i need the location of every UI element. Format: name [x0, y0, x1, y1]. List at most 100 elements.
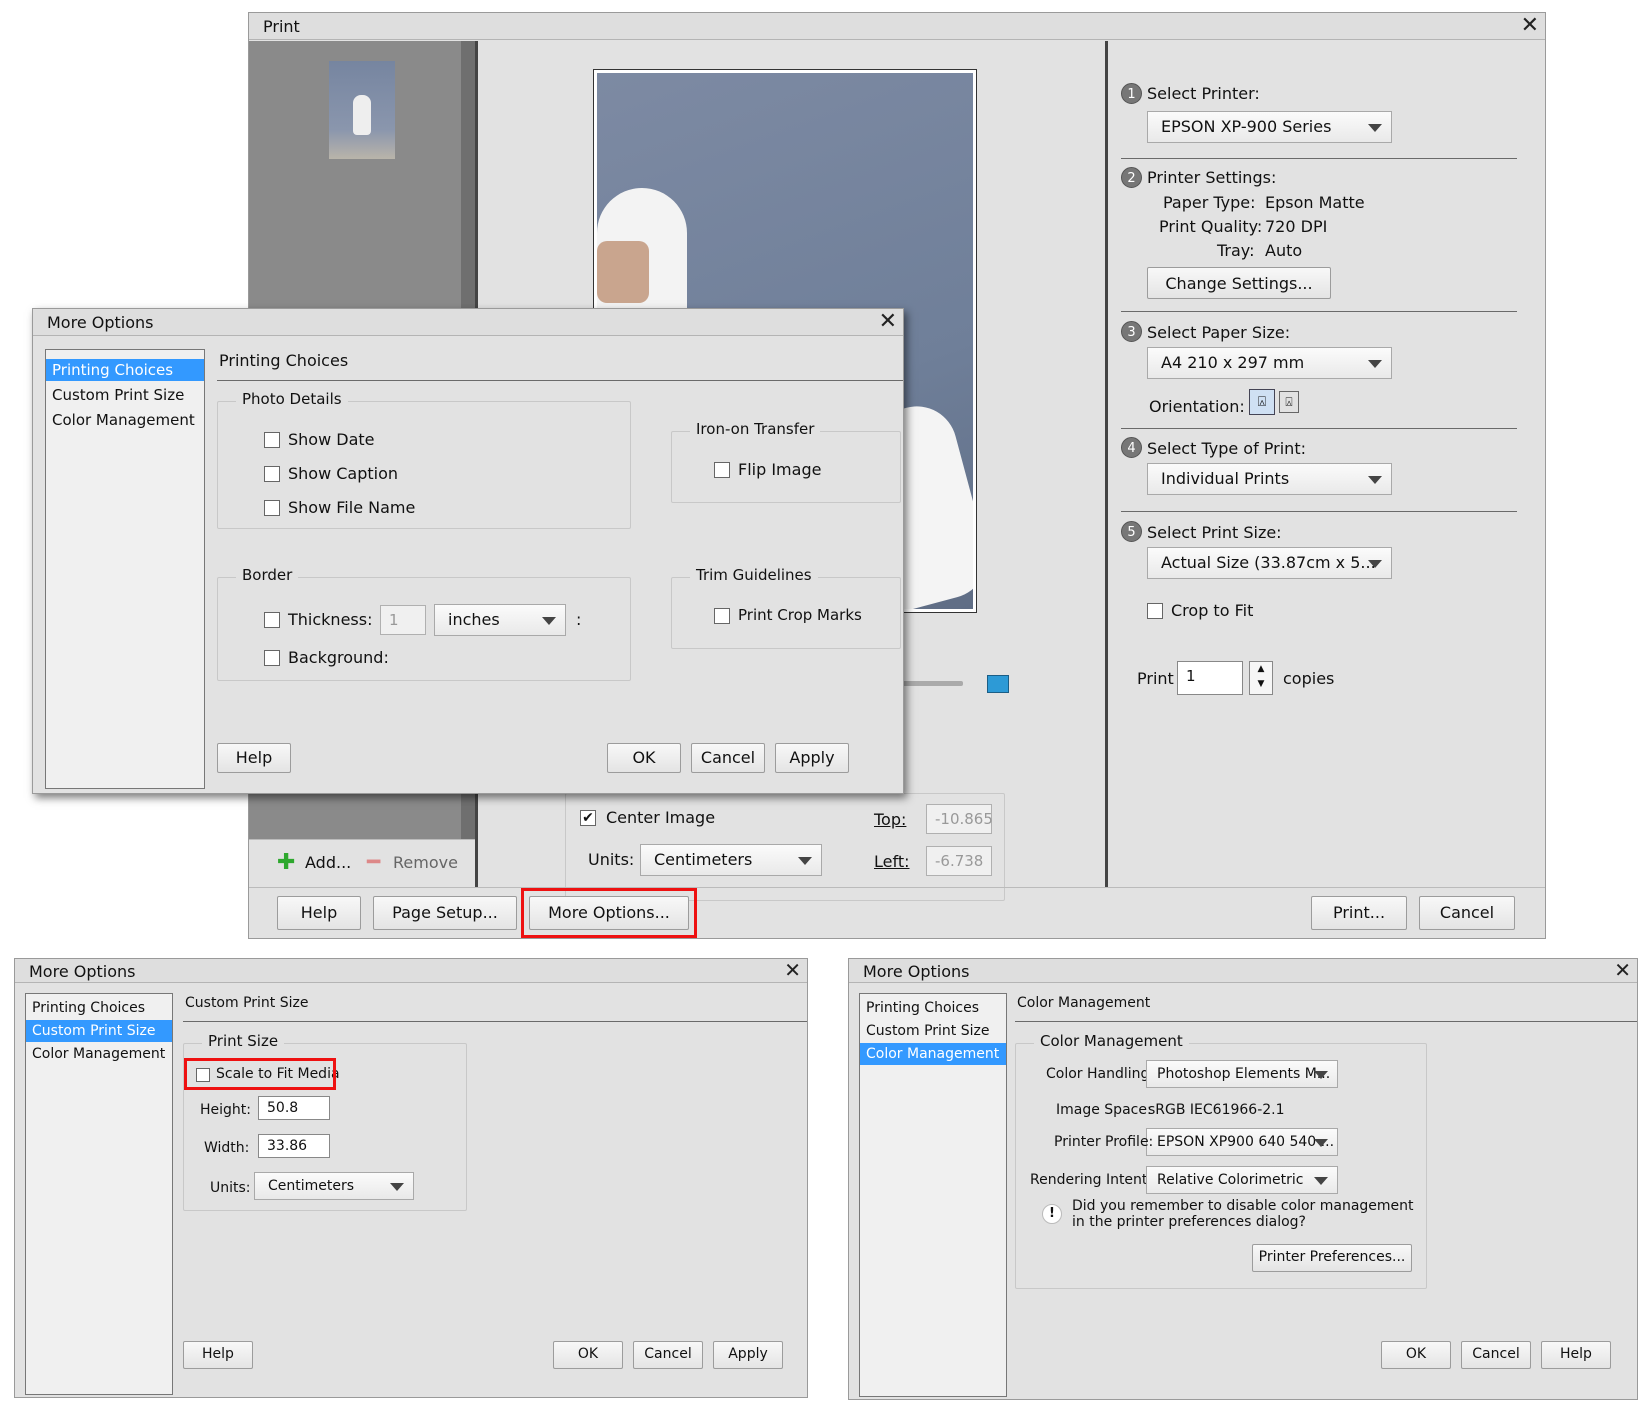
- units-select[interactable]: Centimeters: [254, 1172, 414, 1200]
- thumbnail-footer: ✚ Add... ━ Remove: [249, 839, 475, 885]
- close-icon[interactable]: ✕: [1521, 13, 1539, 39]
- cancel-button[interactable]: Cancel: [1461, 1341, 1531, 1369]
- nav-color-management[interactable]: Color Management: [860, 1043, 1006, 1065]
- nav-custom-print-size[interactable]: Custom Print Size: [26, 1020, 172, 1042]
- close-icon[interactable]: ✕: [879, 309, 897, 335]
- photo-details-group: Photo Details Show Date Show Caption Sho…: [217, 390, 631, 529]
- show-caption-label: Show Caption: [288, 464, 399, 483]
- zoom-slider-handle[interactable]: [987, 675, 1009, 693]
- nav-custom-print-size[interactable]: Custom Print Size: [860, 1020, 1006, 1042]
- center-image-label: Center Image: [606, 808, 716, 827]
- orientation-label: Orientation:: [1149, 397, 1245, 416]
- help-button[interactable]: Help: [217, 743, 291, 773]
- color-group-title: Color Management: [1034, 1032, 1189, 1050]
- center-image-checkbox[interactable]: ✔: [580, 810, 596, 826]
- rendering-intent-select[interactable]: Relative Colorimetric: [1146, 1166, 1338, 1194]
- left-label: Left:: [874, 852, 910, 871]
- top-field[interactable]: -10.865: [926, 804, 993, 834]
- paper-size-select[interactable]: A4 210 x 297 mm: [1147, 347, 1392, 379]
- ok-button[interactable]: OK: [607, 743, 681, 773]
- image-space-value: sRGB IEC61966-2.1: [1148, 1102, 1285, 1118]
- print-size-select[interactable]: Actual Size (33.87cm x 5...: [1147, 547, 1392, 579]
- close-icon[interactable]: ✕: [784, 959, 801, 981]
- landscape-icon[interactable]: ⍓: [1279, 391, 1299, 413]
- page-setup-button[interactable]: Page Setup...: [373, 896, 517, 930]
- photo-thumbnail[interactable]: [329, 61, 395, 159]
- thickness-units-select[interactable]: inches: [434, 604, 566, 636]
- paper-type-value: Epson Matte: [1265, 193, 1365, 212]
- printer-preferences-button[interactable]: Printer Preferences...: [1252, 1244, 1412, 1272]
- top-label: Top:: [874, 810, 907, 829]
- cancel-button[interactable]: Cancel: [691, 743, 765, 773]
- options-nav: Printing Choices Custom Print Size Color…: [45, 349, 205, 789]
- nav-printing-choices[interactable]: Printing Choices: [860, 997, 1006, 1019]
- step3-number: 3: [1121, 321, 1142, 342]
- print-crop-marks-checkbox[interactable]: [714, 608, 730, 624]
- help-button[interactable]: Help: [183, 1341, 253, 1369]
- remove-icon[interactable]: ━: [367, 850, 380, 875]
- section-title: Printing Choices: [219, 351, 349, 370]
- more-options-dialog-printing: More Options ✕ Printing Choices Custom P…: [32, 308, 904, 794]
- iron-on-group: Iron-on Transfer Flip Image: [671, 420, 901, 503]
- border-group: Border Thickness: 1 inches : Background:: [217, 566, 631, 681]
- ok-button[interactable]: OK: [1381, 1341, 1451, 1369]
- background-label: Background:: [288, 648, 389, 667]
- cancel-button[interactable]: Cancel: [633, 1341, 703, 1369]
- tray-label: Tray:: [1217, 241, 1255, 260]
- more-options-title: More Options: [863, 962, 970, 981]
- paper-size-label: Select Paper Size:: [1147, 323, 1291, 342]
- change-settings-button[interactable]: Change Settings...: [1147, 267, 1331, 299]
- color-management-group: Color Management Color Handling: Photosh…: [1015, 1032, 1427, 1289]
- photo-details-title: Photo Details: [236, 390, 348, 408]
- units-select[interactable]: Centimeters: [640, 844, 822, 876]
- apply-button[interactable]: Apply: [713, 1341, 783, 1369]
- copies-spinner[interactable]: ▲ ▼: [1249, 661, 1273, 695]
- printer-select[interactable]: EPSON XP-900 Series: [1147, 111, 1392, 143]
- nav-printing-choices[interactable]: Printing Choices: [46, 359, 204, 381]
- copies-suffix: copies: [1283, 669, 1335, 688]
- highlight-more-options: [521, 888, 697, 938]
- show-caption-checkbox[interactable]: [264, 466, 280, 482]
- color-handling-select[interactable]: Photoshop Elements M...: [1146, 1060, 1338, 1088]
- tray-value: Auto: [1265, 241, 1303, 260]
- print-type-select[interactable]: Individual Prints: [1147, 463, 1392, 495]
- width-label: Width:: [204, 1140, 250, 1156]
- flip-image-label: Flip Image: [738, 460, 822, 479]
- nav-color-management[interactable]: Color Management: [26, 1043, 172, 1065]
- image-space-label: Image Space:: [1056, 1102, 1152, 1118]
- nav-color-management[interactable]: Color Management: [46, 409, 204, 431]
- print-titlebar: Print ✕: [249, 13, 1545, 40]
- cancel-button[interactable]: Cancel: [1419, 896, 1515, 930]
- flip-image-checkbox[interactable]: [714, 462, 730, 478]
- more-options-dialog-custom: More Options ✕ Custom Print Size Printin…: [14, 958, 808, 1398]
- help-button[interactable]: Help: [277, 896, 361, 930]
- thickness-checkbox[interactable]: [264, 612, 280, 628]
- copies-field[interactable]: 1: [1177, 661, 1243, 695]
- add-button[interactable]: Add...: [305, 853, 351, 872]
- remove-button[interactable]: Remove: [393, 853, 458, 872]
- close-icon[interactable]: ✕: [1614, 959, 1631, 981]
- portrait-icon[interactable]: ⍓: [1249, 389, 1275, 415]
- height-field[interactable]: 50.8: [258, 1096, 330, 1120]
- help-button[interactable]: Help: [1541, 1341, 1611, 1369]
- background-checkbox[interactable]: [264, 650, 280, 666]
- left-field[interactable]: -6.738: [926, 846, 992, 876]
- crop-to-fit-checkbox[interactable]: [1147, 603, 1163, 619]
- nav-printing-choices[interactable]: Printing Choices: [26, 997, 172, 1019]
- warning-line2: in the printer preferences dialog?: [1072, 1214, 1306, 1230]
- select-printer-label: Select Printer:: [1147, 84, 1260, 103]
- nav-custom-print-size[interactable]: Custom Print Size: [46, 384, 204, 406]
- width-field[interactable]: 33.86: [258, 1134, 330, 1158]
- apply-button[interactable]: Apply: [775, 743, 849, 773]
- options-nav: Custom Print Size Printing Choices Color…: [25, 993, 173, 1395]
- step1-number: 1: [1121, 83, 1142, 104]
- show-file-name-checkbox[interactable]: [264, 500, 280, 516]
- print-button[interactable]: Print...: [1311, 896, 1407, 930]
- ok-button[interactable]: OK: [553, 1341, 623, 1369]
- show-date-checkbox[interactable]: [264, 432, 280, 448]
- add-icon[interactable]: ✚: [277, 850, 295, 875]
- printer-profile-select[interactable]: EPSON XP900 640 540 ...: [1146, 1128, 1338, 1156]
- print-size-title: Print Size: [202, 1032, 285, 1050]
- units-label: Units:: [588, 850, 635, 869]
- thickness-field[interactable]: 1: [380, 605, 426, 635]
